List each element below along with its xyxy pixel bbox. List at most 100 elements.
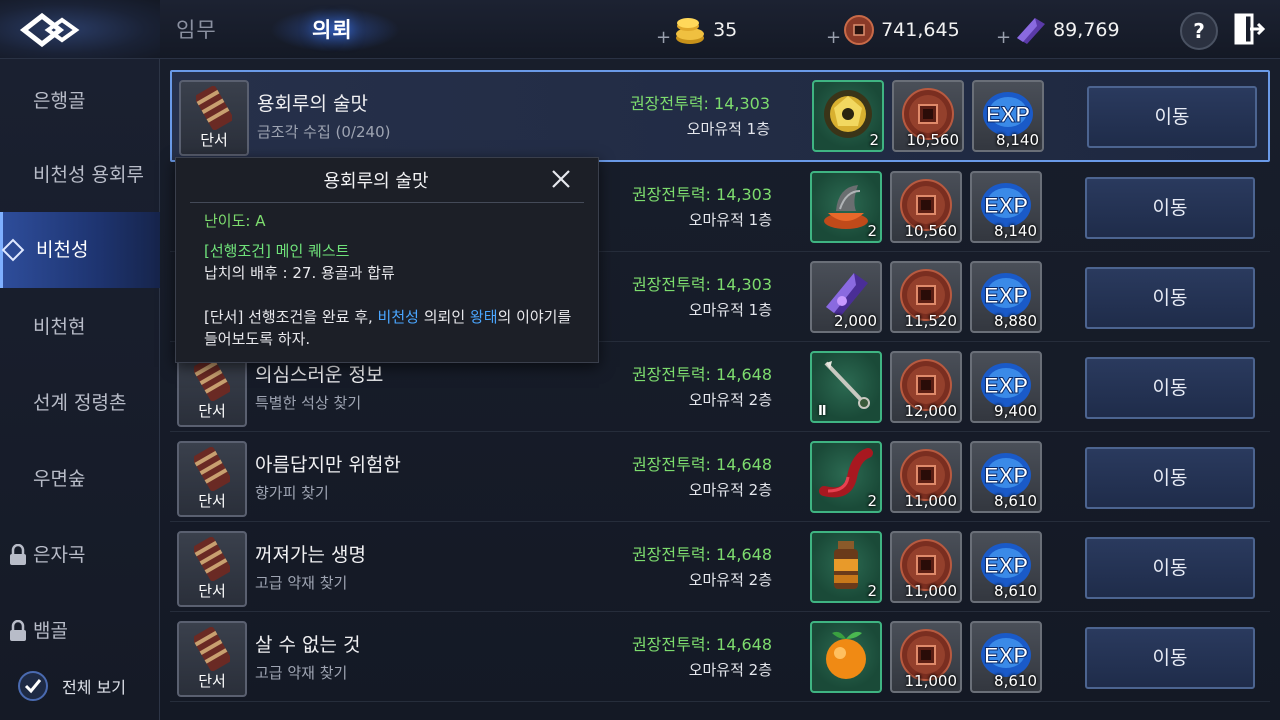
reward-slot[interactable]: 11,000: [890, 441, 962, 513]
coin-currency[interactable]: + 741,645: [826, 15, 960, 48]
sidebar-item-eunjagok[interactable]: 은자곡: [0, 517, 159, 593]
reward-slot[interactable]: 2: [810, 441, 882, 513]
reward-slot[interactable]: 10,560: [892, 80, 964, 152]
reward-slot[interactable]: 11,000: [890, 621, 962, 693]
clue-scroll-icon: 단서: [177, 621, 247, 697]
sidebar-item-label: 우면숲: [33, 468, 86, 490]
move-button[interactable]: 이동: [1087, 86, 1257, 148]
reward-count: 2: [867, 582, 877, 600]
reward-slot[interactable]: 11,520: [890, 261, 962, 333]
reward-count: 8,140: [994, 222, 1037, 240]
gold-currency[interactable]: + 35: [656, 16, 738, 48]
reward-slot[interactable]: EXP 8,610: [970, 531, 1042, 603]
view-all-label: 전체 보기: [62, 678, 126, 697]
sidebar-item-baemgol[interactable]: 뱀골: [0, 593, 159, 669]
quest-location: 오마유적 2층: [688, 481, 772, 499]
tooltip-title: 용회루의 술맛: [323, 171, 429, 192]
back-diamond-icon: [19, 12, 80, 48]
view-all-toggle[interactable]: 전체 보기: [18, 671, 126, 701]
move-button[interactable]: 이동: [1085, 267, 1255, 329]
reward-slot[interactable]: 2: [810, 171, 882, 243]
reward-count: 11,000: [904, 492, 958, 510]
checkbox[interactable]: [18, 671, 48, 701]
quest-row[interactable]: 단서 살 수 없는 것 고급 약재 찾기 권장전투력: 14,648 오마유적 2층 11…: [170, 613, 1270, 702]
sidebar-item-eunhaenggol[interactable]: 은행골: [0, 63, 159, 139]
reward-slot[interactable]: EXP 9,400: [970, 351, 1042, 423]
reward-slot[interactable]: EXP 8,140: [970, 171, 1042, 243]
move-button[interactable]: 이동: [1085, 627, 1255, 689]
reward-slot[interactable]: EXP 8,610: [970, 441, 1042, 513]
quest-type-tag: 단서: [198, 492, 226, 510]
move-button[interactable]: 이동: [1085, 357, 1255, 419]
move-button[interactable]: 이동: [1085, 537, 1255, 599]
recommended-power: 권장전투력: 14,648: [631, 545, 772, 564]
reward-count: 10,560: [904, 222, 958, 240]
svg-text:EXP: EXP: [984, 283, 1028, 308]
reward-slot[interactable]: 2,000: [810, 261, 882, 333]
tab-mission[interactable]: 임무: [176, 14, 217, 44]
region-sidebar: 은행골 비천성 용회루 비천성 비천현 선계 정령촌 우면숲 은자곡 뱀골 전체…: [0, 59, 162, 720]
exit-button[interactable]: [1232, 12, 1266, 50]
reward-slot[interactable]: 2: [810, 531, 882, 603]
help-button[interactable]: ?: [1180, 12, 1218, 50]
recommended-power: 권장전투력: 14,648: [631, 365, 772, 384]
sidebar-item-bicheonseong[interactable]: 비천성: [0, 212, 162, 288]
reward-slot[interactable]: [810, 621, 882, 693]
tooltip-difficulty: 난이도: A: [204, 212, 266, 230]
reward-count: 12,000: [904, 402, 958, 420]
quest-location: 오마유적 2층: [688, 661, 772, 679]
gold-coins-icon: [676, 18, 705, 44]
reward-count: 11,000: [904, 672, 958, 690]
crystal-currency[interactable]: + 89,769: [996, 16, 1120, 48]
sidebar-item-label: 비천성: [36, 239, 89, 261]
quest-type-tag: 단서: [198, 582, 226, 600]
reward-count: 2,000: [834, 312, 877, 330]
quest-row[interactable]: 단서 꺼져가는 생명 고급 약재 찾기 권장전투력: 14,648 오마유적 2층 2 11…: [170, 523, 1270, 612]
game-logo[interactable]: [0, 0, 160, 58]
add-gold-icon[interactable]: +: [656, 27, 671, 48]
tab-request[interactable]: 의뢰: [312, 14, 353, 44]
quest-row[interactable]: 단서 용회루의 술맛 금조각 수집 (0/240) 권장전투력: 14,303 오마유적…: [170, 70, 1270, 162]
reward-slot[interactable]: 2: [812, 80, 884, 152]
clue-scroll-icon: 단서: [179, 80, 249, 156]
reward-slot[interactable]: 12,000: [890, 351, 962, 423]
quest-row[interactable]: 단서 아름답지만 위험한 향가피 찾기 권장전투력: 14,648 오마유적 2층 2 11…: [170, 433, 1270, 522]
add-coin-icon[interactable]: +: [826, 27, 841, 48]
reward-slot[interactable]: Ⅱ: [810, 351, 882, 423]
reward-slot[interactable]: 10,560: [890, 171, 962, 243]
move-button[interactable]: 이동: [1085, 447, 1255, 509]
quest-tooltip: 용회루의 술맛 난이도: A [선행조건] 메인 퀘스트 납치의 배후 : 27…: [175, 157, 599, 363]
add-crystal-icon[interactable]: +: [996, 27, 1011, 48]
reward-slot[interactable]: EXP 8,880: [970, 261, 1042, 333]
sidebar-item-bicheonhyeon[interactable]: 비천현: [0, 289, 159, 365]
clue-scroll-icon: 단서: [177, 441, 247, 517]
checkmark-icon: [24, 679, 42, 694]
sidebar-item-bicheonseong-yonghoeru[interactable]: 비천성 용회루: [0, 137, 159, 213]
reward-count: 8,880: [994, 312, 1037, 330]
close-icon[interactable]: [550, 168, 572, 190]
quest-location: 오마유적 2층: [688, 391, 772, 409]
sidebar-item-seongye-jeongryeongchon[interactable]: 선계 정령촌: [0, 365, 159, 441]
reward-slot[interactable]: EXP 8,610: [970, 621, 1042, 693]
exit-door-icon: [1234, 13, 1266, 45]
active-diamond-icon: [1, 238, 25, 262]
reward-count: 2: [867, 222, 877, 240]
gold-amount: 35: [713, 19, 738, 41]
svg-text:EXP: EXP: [984, 193, 1028, 218]
reward-slot[interactable]: 11,000: [890, 531, 962, 603]
svg-text:EXP: EXP: [984, 463, 1028, 488]
reward-count: 2: [869, 131, 879, 149]
move-button[interactable]: 이동: [1085, 177, 1255, 239]
sidebar-item-label: 비천성 용회루: [33, 164, 144, 186]
quest-type-tag: 단서: [198, 672, 226, 690]
reward-count: 8,610: [994, 492, 1037, 510]
sidebar-item-umyeonsup[interactable]: 우면숲: [0, 441, 159, 517]
sidebar-item-label: 비천현: [33, 316, 86, 338]
tooltip-desc-highlight-npc: 왕태: [469, 308, 498, 326]
reward-count: 8,610: [994, 582, 1037, 600]
tooltip-divider: [190, 202, 584, 203]
reward-count: 11,520: [904, 312, 958, 330]
quest-objective: 금조각 수집 (0/240): [257, 123, 391, 141]
tooltip-precondition: [선행조건] 메인 퀘스트: [204, 242, 350, 260]
reward-slot[interactable]: EXP 8,140: [972, 80, 1044, 152]
